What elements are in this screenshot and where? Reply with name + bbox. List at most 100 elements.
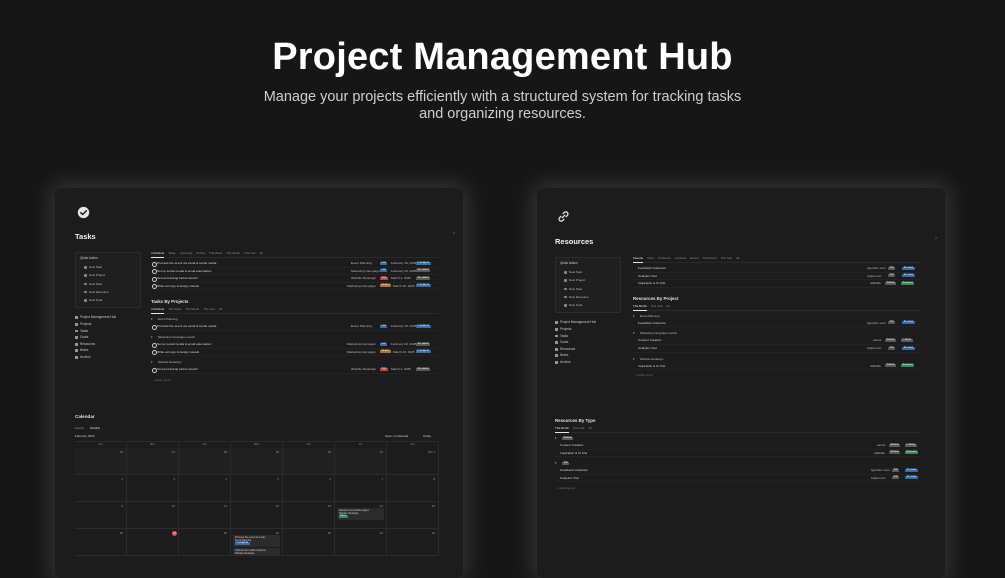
quick-action-new-project[interactable]: New Project <box>80 271 136 279</box>
calendar-day[interactable]: 17 <box>127 529 179 556</box>
nav-item-resources[interactable]: Resources <box>75 341 141 348</box>
calendar-day[interactable]: 22 <box>387 529 439 556</box>
tab-inbox[interactable]: Inbox <box>647 255 654 262</box>
nav-item-goals[interactable]: Goals <box>75 334 141 341</box>
group-header[interactable]: Tool <box>555 460 921 467</box>
resource-row[interactable]: Analytics Tool hotjar.com Tool To review <box>555 475 921 483</box>
resource-row[interactable]: Analytics Tool hotjar.com Tool To review <box>633 273 921 281</box>
tab-this-year[interactable]: This Year <box>720 255 732 262</box>
tab-archived[interactable]: Archived <box>675 255 686 262</box>
calendar-day[interactable]: 28 <box>179 448 231 475</box>
hidden-group-link[interactable]: + Hidden group <box>151 378 439 384</box>
quick-action-new-goal[interactable]: New Goal <box>80 296 136 304</box>
calendar-day[interactable]: 15 <box>387 502 439 529</box>
tab-all[interactable]: All <box>736 255 739 262</box>
calendar-day[interactable]: 27 <box>127 448 179 475</box>
tab-this-month[interactable]: This Month <box>703 255 717 262</box>
task-row[interactable]: Set up social media & email automation Ma… <box>151 341 439 349</box>
calendar-event[interactable]: Develop new website pages Website Redesig… <box>337 508 384 520</box>
quick-action-new-resource[interactable]: New Resource <box>80 288 136 296</box>
calendar-day[interactable]: 31 <box>335 448 387 475</box>
calendar-day[interactable]: 3 <box>127 475 179 502</box>
task-row[interactable]: Write ad copy & design visuals Marketing … <box>151 349 439 357</box>
tab-monthly[interactable]: Monthly <box>90 425 100 432</box>
calendar-day[interactable]: 21 <box>335 529 387 556</box>
task-row[interactable]: Promote the event via email & social med… <box>151 323 439 331</box>
calendar-day[interactable]: 2 <box>75 475 127 502</box>
calendar-day[interactable]: 10 <box>127 502 179 529</box>
group-header[interactable]: Website Redesign <box>151 359 439 366</box>
quick-action-new-project[interactable]: New Project <box>560 276 616 284</box>
tab-unfinished[interactable]: Unfinished <box>151 250 165 258</box>
nav-item-resources[interactable]: Resources <box>555 346 621 353</box>
tab-this-week[interactable]: This Week <box>168 306 181 313</box>
hidden-group-link[interactable]: + Hidden group <box>555 486 921 492</box>
calendar-day[interactable]: 20 <box>283 529 335 556</box>
resource-row[interactable]: Analytics Tool hotjar.com Tool To review <box>633 345 921 353</box>
nav-item-goals[interactable]: Goals <box>555 339 621 346</box>
tab-recent[interactable]: Recent <box>690 255 699 262</box>
group-header[interactable]: Marketing Campaign Launch <box>633 330 921 337</box>
calendar-day[interactable]: 7 <box>335 475 387 502</box>
nav-item-archive[interactable]: Archive <box>75 354 141 361</box>
quick-action-new-task[interactable]: New Task <box>80 263 136 271</box>
tab-favorite[interactable]: Favorite <box>633 255 644 263</box>
tab-today[interactable]: Today <box>168 250 175 257</box>
calendar-day[interactable]: 26 <box>75 448 127 475</box>
calendar-day[interactable]: 8 <box>387 475 439 502</box>
resource-row[interactable]: Inspiration & UI Kits dribbble Website Revi… <box>633 280 921 288</box>
group-header[interactable]: Website <box>555 435 921 442</box>
calendar-day[interactable]: 6 <box>283 475 335 502</box>
tab-this-year[interactable]: This Year <box>573 425 585 432</box>
nav-item-hub[interactable]: Project Management Hub <box>555 319 621 326</box>
task-row[interactable]: Test and debug before launch Website Rede… <box>151 366 439 374</box>
calendar-day[interactable]: 4 <box>179 475 231 502</box>
collapse-icon[interactable]: ⌃ <box>934 237 938 243</box>
calendar-day[interactable]: 16 <box>75 529 127 556</box>
resource-row[interactable]: Feedback Collection typeform.com Tool To re… <box>555 467 921 475</box>
group-header[interactable]: Event Planning <box>151 316 439 323</box>
nav-item-tasks[interactable]: Tasks <box>75 328 141 335</box>
resource-row[interactable]: Inspiration & UI Kits dribbble Website Revi… <box>555 450 921 458</box>
tab-this-year[interactable]: This Year <box>203 306 215 313</box>
group-header[interactable]: Marketing Campaign Launch <box>151 334 439 341</box>
calendar-day[interactable]: 18 <box>179 529 231 556</box>
tab-priority[interactable]: Priority <box>196 250 205 257</box>
tab-weekly[interactable]: Weekly <box>75 425 84 432</box>
quick-action-new-task[interactable]: New Task <box>560 268 616 276</box>
today-button[interactable]: Today <box>423 432 431 441</box>
calendar-day[interactable]: 11 <box>179 502 231 529</box>
tab-this-month[interactable]: This Month <box>555 425 569 433</box>
calendar-day[interactable]: 9 <box>75 502 127 529</box>
task-row[interactable]: Set up social media & email automation Ma… <box>151 268 439 276</box>
tab-this-month[interactable]: This Month <box>226 250 240 257</box>
quick-action-new-resource[interactable]: New Resource <box>560 293 616 301</box>
tab-this-month[interactable]: This Month <box>633 303 647 311</box>
tab-this-year[interactable]: This Year <box>244 250 256 257</box>
tab-unfinished[interactable]: Unfinished <box>151 306 165 315</box>
group-header[interactable]: Website Redesign <box>633 356 921 363</box>
quick-action-new-note[interactable]: New Note <box>80 280 136 288</box>
calendar-day[interactable]: 13 <box>283 502 335 529</box>
calendar-day[interactable]: 19 Promote the event via email... Event P… <box>231 529 283 557</box>
group-header[interactable]: Event Planning <box>633 313 921 320</box>
calendar-day[interactable]: 12 <box>231 502 283 529</box>
resource-row[interactable]: Inspiration & UI Kits dribbble Website Revi… <box>633 363 921 371</box>
resource-row[interactable]: Content Creation canva Website In library <box>633 337 921 345</box>
calendar-event[interactable]: Promote the event via email... Event Plan… <box>233 535 280 547</box>
resource-row[interactable]: Feedback Collection typeform.com Tool To re… <box>633 265 921 273</box>
calendar-event[interactable]: Optimize for mobile responsi... Website R… <box>233 548 280 557</box>
nav-item-tasks[interactable]: Tasks <box>555 333 621 340</box>
nav-item-hub[interactable]: Project Management Hub <box>75 314 141 321</box>
open-in-calendar-button[interactable]: Open in Calendar <box>385 432 409 441</box>
tab-upcoming[interactable]: Upcoming <box>180 250 193 257</box>
nav-item-archive[interactable]: Archive <box>555 359 621 366</box>
tab-this-year[interactable]: This Year <box>651 303 663 310</box>
tab-all[interactable]: All <box>667 303 670 310</box>
task-row[interactable]: Promote the event via email & social med… <box>151 260 439 268</box>
calendar-day[interactable]: 14 Develop new website pages Website Rede… <box>335 502 387 529</box>
calendar-day[interactable]: 30 <box>283 448 335 475</box>
nav-item-projects[interactable]: Projects <box>555 326 621 333</box>
task-row[interactable]: Test and debug before launch Website Rede… <box>151 275 439 283</box>
tab-this-month[interactable]: This Month <box>185 306 199 313</box>
